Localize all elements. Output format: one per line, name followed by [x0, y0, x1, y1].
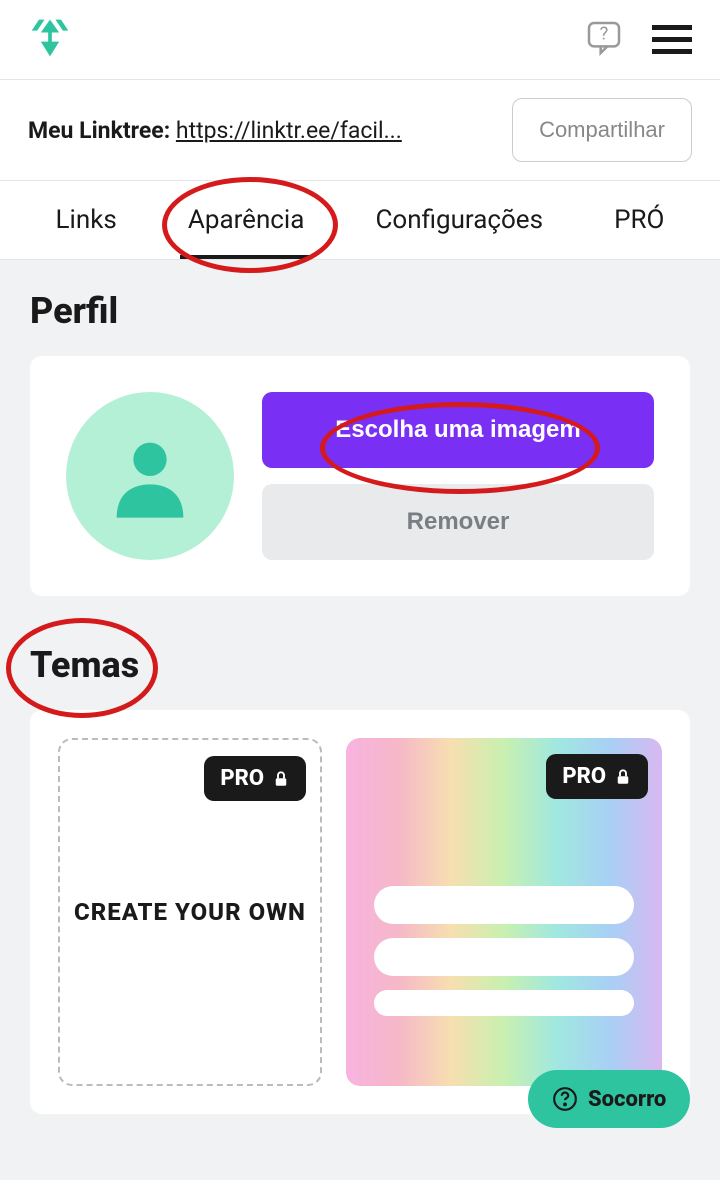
help-fab-label: Socorro [588, 1087, 666, 1112]
help-chat-icon[interactable]: ? [584, 18, 624, 62]
themes-section: Temas PRO CREATE YOUR OWN PRO [30, 644, 690, 1114]
help-circle-icon [552, 1086, 578, 1112]
header-actions: ? [584, 18, 692, 62]
lock-icon [272, 769, 290, 789]
profile-buttons: Escolha uma imagem Remover [262, 392, 654, 560]
tab-settings[interactable]: Configurações [367, 181, 551, 259]
theme-create-your-own[interactable]: PRO CREATE YOUR OWN [58, 738, 322, 1086]
themes-card: PRO CREATE YOUR OWN PRO [30, 710, 690, 1114]
choose-image-button[interactable]: Escolha uma imagem [262, 392, 654, 468]
linktree-url-bar: Meu Linktree: https://linktr.ee/facil...… [0, 80, 720, 181]
theme-preview-bar [374, 938, 634, 976]
tab-appearance[interactable]: Aparência [180, 181, 313, 259]
tab-links[interactable]: Links [48, 181, 125, 259]
pro-badge: PRO [204, 756, 306, 801]
svg-text:?: ? [600, 23, 609, 44]
theme-custom-label: CREATE YOUR OWN [74, 892, 306, 933]
lock-icon [614, 767, 632, 787]
profile-section-title: Perfil [30, 290, 690, 332]
person-icon [100, 426, 200, 526]
share-button[interactable]: Compartilhar [512, 98, 692, 162]
profile-card: Escolha uma imagem Remover [30, 356, 690, 596]
main-tabs: Links Aparência Configurações PRÓ [0, 181, 720, 260]
themes-section-title: Temas [30, 644, 690, 686]
pro-badge: PRO [546, 754, 648, 799]
themes-grid: PRO CREATE YOUR OWN PRO [58, 738, 662, 1086]
linktree-logo-icon[interactable] [28, 16, 72, 64]
linktree-text: Meu Linktree: https://linktr.ee/facil... [28, 117, 402, 144]
linktree-url-link[interactable]: https://linktr.ee/facil... [176, 117, 402, 144]
theme-preview-bar [374, 990, 634, 1016]
remove-image-button[interactable]: Remover [262, 484, 654, 560]
linktree-label: Meu Linktree: [28, 117, 176, 144]
theme-preview-bar [374, 886, 634, 924]
tab-pro[interactable]: PRÓ [606, 181, 672, 259]
menu-icon[interactable] [652, 25, 692, 54]
main-content: Perfil Escolha uma imagem Remover Temas … [0, 260, 720, 1180]
help-fab-button[interactable]: Socorro [528, 1070, 690, 1128]
theme-rainbow[interactable]: PRO [346, 738, 662, 1086]
app-header: ? [0, 0, 720, 80]
avatar-placeholder[interactable] [66, 392, 234, 560]
